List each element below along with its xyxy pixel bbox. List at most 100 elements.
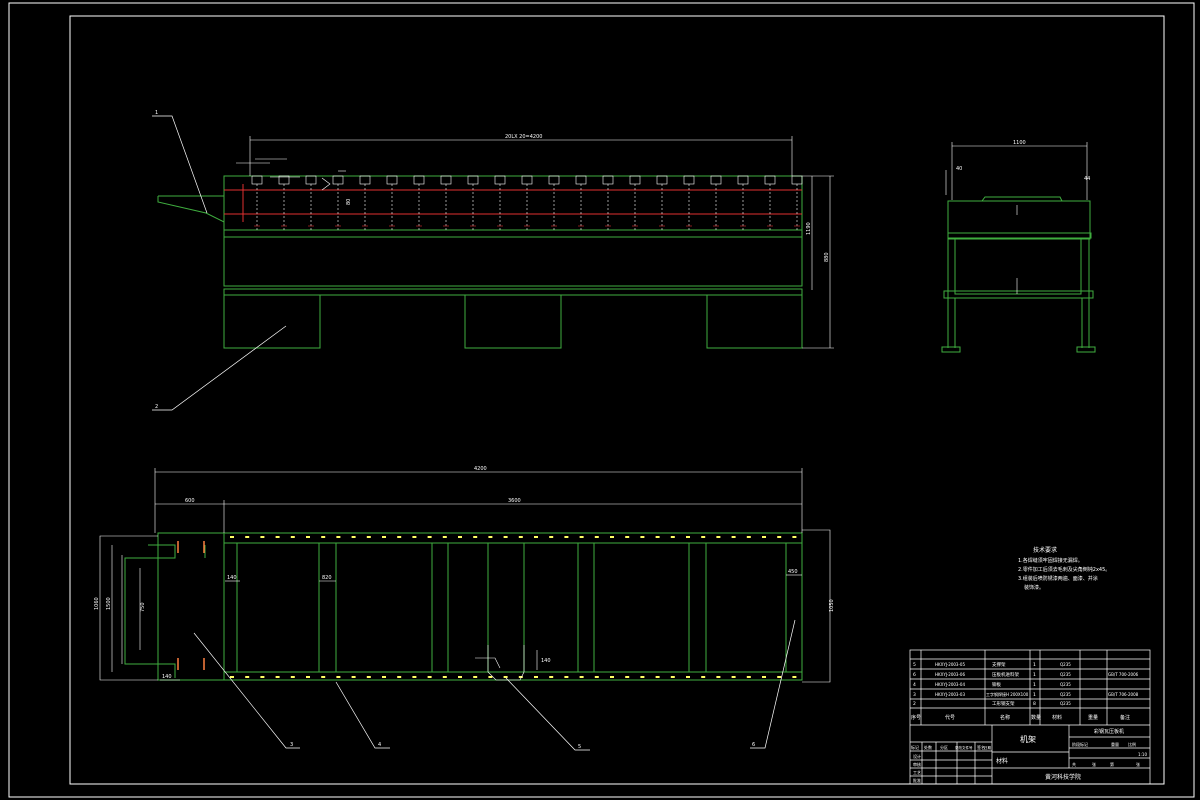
bom-4-no: 4 — [913, 682, 916, 688]
plan-red-marks — [177, 541, 205, 670]
roller-mark — [305, 175, 317, 230]
bom-row-2: 2 工形钢支架 8 Q235 — [913, 700, 1071, 707]
plan-pin — [777, 676, 782, 678]
roller-mark — [710, 175, 722, 230]
bom-4-mat: Q235 — [1060, 682, 1071, 687]
dim-height2: 880 — [824, 252, 830, 262]
plan-pin — [640, 676, 645, 678]
plan-pin — [458, 676, 462, 678]
plan-pin — [610, 676, 614, 678]
role-design: 设计 — [913, 753, 921, 759]
side-view — [157, 175, 803, 349]
plan-pin — [518, 536, 523, 538]
dim-plan-w4: 1050 — [829, 599, 835, 612]
plan-pin — [321, 676, 326, 678]
callout-5: 5 — [578, 744, 581, 750]
plan-pin — [306, 676, 310, 678]
plan-pin — [792, 676, 797, 678]
bom-6-note: GB/T 700-2006 — [1108, 672, 1139, 677]
plan-pin — [427, 676, 432, 678]
callout-6: 6 — [752, 742, 755, 748]
plan-pin — [260, 676, 265, 678]
bom-3-code: HKXYJ-2003-03 — [935, 692, 965, 697]
roller-mark — [602, 175, 614, 230]
roller-mark — [683, 175, 695, 230]
bom-4-name: 铆板 — [992, 681, 1001, 688]
plan-dims — [99, 468, 831, 683]
plan-pin — [382, 676, 386, 678]
callout-leaders-top — [152, 115, 287, 411]
tb-count: 处数 — [924, 744, 932, 750]
plan-pin — [670, 676, 675, 678]
bom-6-qty: 1 — [1033, 672, 1036, 678]
title-main: 机架 — [1020, 734, 1036, 744]
bom-4-qty: 1 — [1033, 682, 1036, 688]
plan-pin — [503, 536, 508, 538]
plan-pin — [351, 676, 356, 678]
plan-pin — [397, 676, 402, 678]
plan-pin — [321, 536, 326, 538]
roller-mark — [521, 175, 533, 230]
plan-pin — [564, 536, 569, 538]
bom-2-qty: 8 — [1033, 701, 1036, 707]
callout-3: 3 — [290, 742, 293, 748]
bom-4-code: HKXYJ-2003-04 — [935, 682, 965, 687]
bom-6-mat: Q235 — [1060, 672, 1071, 677]
plan-pin — [412, 536, 417, 538]
dim-end-small-1: 40 — [956, 166, 962, 172]
bom-3-name: 工字钢焊接H 200X100 — [986, 691, 1029, 697]
dim-small-4: 140 — [162, 674, 172, 680]
bom-5-mat: Q235 — [1060, 662, 1071, 667]
bom-h-code: 代号 — [945, 714, 955, 721]
plan-pin — [625, 536, 630, 538]
plan-pin — [686, 676, 690, 678]
notes-line-4: 装饰漆。 — [1024, 584, 1044, 591]
tb-date: 日期 — [984, 745, 992, 750]
plan-pin — [777, 536, 782, 538]
roller-mark — [575, 175, 587, 230]
dim-end-width: 1100 — [1013, 140, 1026, 146]
dim-plan-w3: 750 — [140, 602, 146, 612]
bom-h-weight: 重量 — [1088, 714, 1098, 721]
notes-line-3: 3.组装后喷防锈漆两遍、面漆、并涂 — [1018, 575, 1098, 582]
dim-plan-left: 600 — [185, 498, 195, 504]
roller-mark — [548, 175, 560, 230]
plan-pin — [731, 536, 736, 538]
plan-pin — [716, 536, 721, 538]
role-approve: 批准 — [913, 777, 921, 783]
plan-pin — [488, 676, 493, 678]
tb-zone: 分区 — [940, 744, 948, 750]
sheet-total: 共 — [1072, 761, 1076, 767]
plan-pin — [382, 536, 386, 538]
sheet-no: 第 — [1110, 761, 1114, 767]
material-label: 材料 — [996, 757, 1008, 765]
bom-6-name: 压板机进料架 — [992, 671, 1019, 678]
callout-2: 2 — [155, 404, 158, 410]
callout-4: 4 — [378, 742, 381, 748]
stage-weight: 重量 — [1111, 741, 1119, 747]
plan-pin — [610, 536, 614, 538]
plan-pin — [290, 536, 295, 538]
plan-pin — [549, 676, 554, 678]
stage-scale: 比例 — [1128, 741, 1136, 747]
plan-pin — [306, 536, 310, 538]
roller-mark — [278, 175, 290, 230]
roller-mark — [467, 175, 479, 230]
plan-pin — [245, 676, 250, 678]
plan-pin — [351, 536, 356, 538]
plan-pin — [762, 536, 766, 538]
side-view-rollers — [251, 175, 803, 230]
bom-5-qty: 1 — [1033, 662, 1036, 668]
plan-pin — [442, 676, 447, 678]
plan-pin — [640, 536, 645, 538]
roller-mark — [413, 175, 425, 230]
dim-small-3: 450 — [788, 569, 798, 575]
plan-pin — [594, 676, 599, 678]
plan-pin — [701, 536, 706, 538]
dim-plan-total: 4200 — [474, 466, 487, 472]
plan-pin — [655, 676, 660, 678]
plan-pin — [762, 676, 766, 678]
bom-row-4: 4 HKXYJ-2003-04 铆板 1 Q235 — [913, 681, 1071, 688]
bom-3-mat: Q235 — [1060, 692, 1071, 697]
notes-title: 技术要求 — [1033, 546, 1057, 554]
